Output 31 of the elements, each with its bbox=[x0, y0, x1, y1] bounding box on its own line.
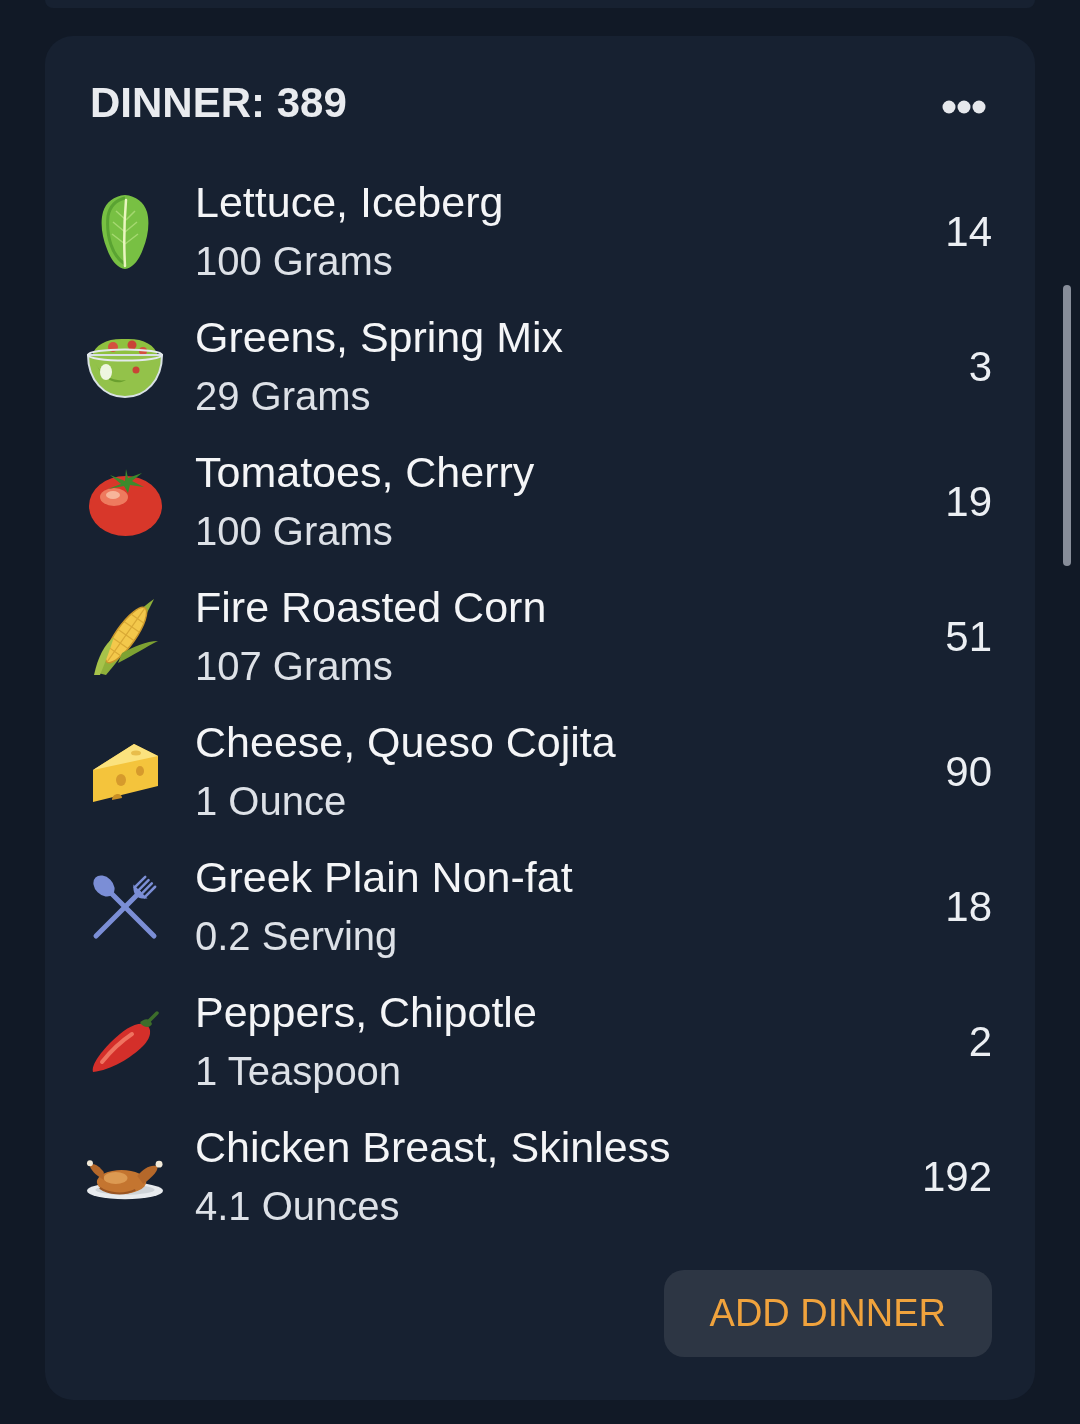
food-name: Greens, Spring Mix bbox=[195, 311, 564, 363]
serving-size: 1 Ounce bbox=[195, 777, 347, 825]
calorie-count: 90 bbox=[945, 746, 992, 797]
food-name: Cheese, Queso Cojita bbox=[195, 716, 616, 768]
serving-size: 100 Grams bbox=[195, 237, 393, 285]
food-name: Lettuce, Iceberg bbox=[195, 176, 504, 228]
calorie-count: 3 bbox=[968, 341, 992, 392]
calorie-count: 14 bbox=[945, 206, 992, 257]
serving-size: 1 Teaspoon bbox=[195, 1047, 402, 1095]
calorie-count: 19 bbox=[945, 476, 992, 527]
food-name: Peppers, Chipotle bbox=[195, 986, 537, 1038]
serving-size: 100 Grams bbox=[195, 507, 393, 555]
meal-title: DINNER: 389 bbox=[90, 82, 347, 124]
serving-size: 29 Grams bbox=[195, 372, 371, 420]
calorie-count: 192 bbox=[921, 1151, 992, 1202]
calorie-count: 51 bbox=[945, 611, 992, 662]
calorie-count: 18 bbox=[945, 881, 992, 932]
food-name: Tomatoes, Cherry bbox=[195, 446, 535, 498]
food-name: Greek Plain Non-fat bbox=[195, 851, 573, 903]
serving-size: 4.1 Ounces bbox=[195, 1182, 400, 1230]
more-options-icon[interactable] bbox=[942, 100, 986, 114]
add-dinner-button[interactable]: ADD DINNER bbox=[663, 1270, 992, 1357]
lettuce-icon bbox=[100, 193, 150, 270]
serving-size: 107 Grams bbox=[195, 642, 393, 690]
food-name: Fire Roasted Corn bbox=[195, 581, 547, 633]
fork-and-spoon-icon bbox=[91, 872, 159, 941]
serving-size: 0.2 Serving bbox=[195, 912, 398, 960]
food-name: Chicken Breast, Skinless bbox=[195, 1121, 671, 1173]
corn-icon bbox=[91, 597, 159, 676]
chili-pepper-icon bbox=[90, 1009, 160, 1074]
calorie-count: 2 bbox=[968, 1016, 992, 1067]
